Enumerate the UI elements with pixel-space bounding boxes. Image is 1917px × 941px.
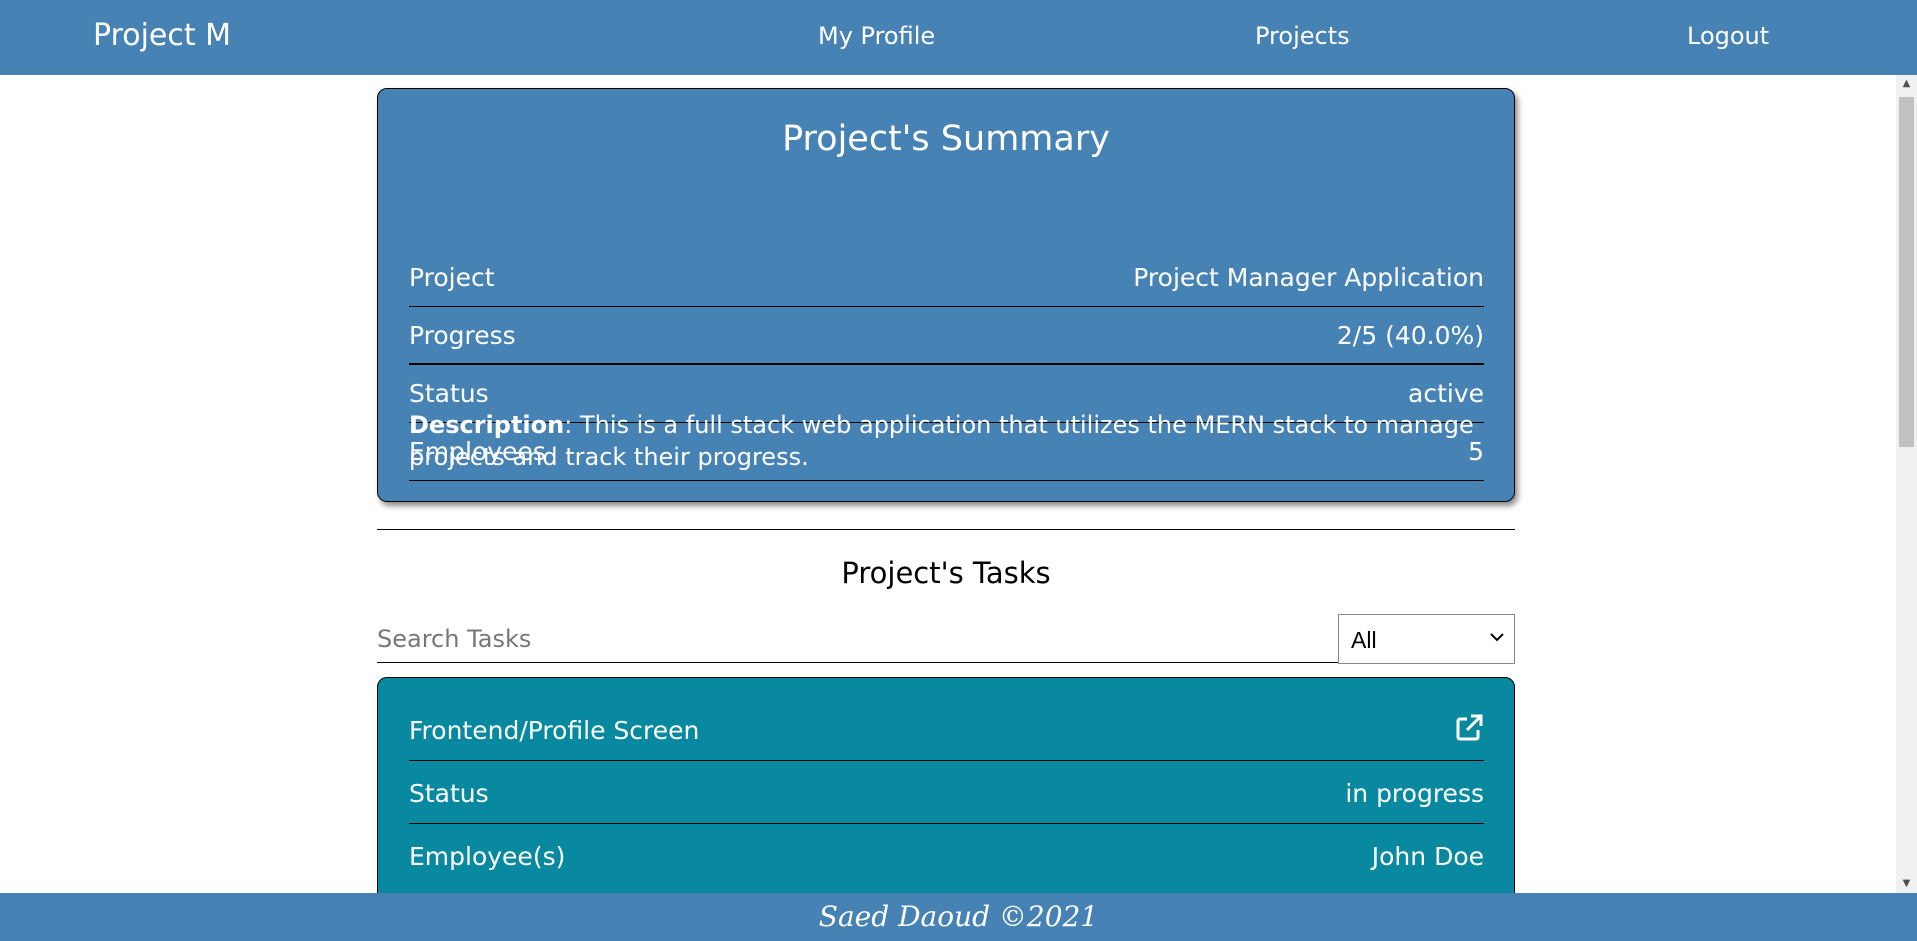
task-filter-select[interactable]: All <box>1338 614 1515 664</box>
scroll-down-arrow-icon[interactable]: ▼ <box>1896 875 1917 893</box>
task-name-row: Frontend/Profile Screen <box>409 698 1484 761</box>
external-link-icon[interactable] <box>1454 713 1484 743</box>
row-label: Status <box>409 379 489 408</box>
row-label: Project <box>409 263 495 292</box>
task-employees-value: John Doe <box>1371 842 1484 871</box>
footer: Saed Daoud ©2021 <box>0 893 1917 941</box>
tasks-title: Project's Tasks <box>841 556 1051 590</box>
summary-row-progress: Progress 2/5 (40.0%) <box>409 307 1484 365</box>
task-name: Frontend/Profile Screen <box>409 716 700 745</box>
search-tasks-input[interactable] <box>377 615 1338 663</box>
chevron-down-icon <box>1490 629 1504 645</box>
task-employees-row: Employee(s) John Doe <box>409 824 1484 887</box>
navbar: Project M My Profile Projects Logout <box>0 0 1917 75</box>
scroll-thumb[interactable] <box>1899 97 1914 447</box>
task-status-value: in progress <box>1345 779 1484 808</box>
nav-projects[interactable]: Projects <box>1255 22 1350 50</box>
description-label: Description <box>409 411 565 439</box>
row-label: Progress <box>409 321 516 350</box>
task-employees-label: Employee(s) <box>409 842 566 871</box>
description-text: : This is a full stack web application t… <box>409 411 1474 471</box>
row-value: active <box>1408 379 1484 408</box>
project-description: Description: This is a full stack web ap… <box>409 409 1484 473</box>
filter-selected-value: All <box>1351 627 1377 653</box>
nav-logout[interactable]: Logout <box>1687 22 1769 50</box>
task-status-row: Status in progress <box>409 761 1484 824</box>
nav-my-profile[interactable]: My Profile <box>818 22 935 50</box>
task-card: Frontend/Profile Screen Status in progre… <box>377 677 1515 917</box>
row-value: 2/5 (40.0%) <box>1336 321 1484 350</box>
summary-row-project: Project Project Manager Application <box>409 249 1484 307</box>
footer-text: Saed Daoud ©2021 <box>818 900 1099 933</box>
row-value: Project Manager Application <box>1133 263 1484 292</box>
project-summary-card: Project's Summary Project Project Manage… <box>377 88 1515 502</box>
section-divider <box>377 529 1515 530</box>
task-status-label: Status <box>409 779 489 808</box>
brand-logo[interactable]: Project M <box>93 18 231 53</box>
scroll-up-arrow-icon[interactable]: ▲ <box>1896 75 1917 93</box>
vertical-scrollbar[interactable]: ▲ ▼ <box>1896 75 1917 893</box>
summary-title: Project's Summary <box>782 119 1110 159</box>
